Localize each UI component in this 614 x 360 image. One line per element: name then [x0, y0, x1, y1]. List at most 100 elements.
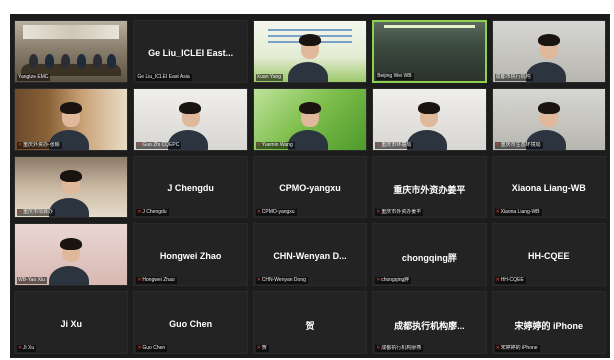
mic-muted-icon: ✕: [256, 209, 261, 216]
mic-muted-icon: ✕: [137, 209, 142, 216]
mic-muted-icon: ✕: [256, 344, 261, 351]
participant-tile[interactable]: Ge Liu_ICLEI East... Ge Liu_ICLEI East As…: [133, 20, 248, 83]
participant-name-label: ✕CPMO-yangxu: [255, 209, 297, 217]
participant-tile[interactable]: WB-Yao Xiu: [14, 223, 129, 287]
participant-label-text: 重庆市项目办: [23, 209, 54, 216]
participant-label-text: Guo Zhi CQEPC: [142, 141, 180, 148]
participant-label-text: 重庆市环境局: [381, 141, 412, 148]
participant-tile[interactable]: Hongwei Zhao ✕Hongwei Zhao: [133, 223, 248, 287]
participant-display-name: Ji Xu: [60, 318, 82, 329]
participant-tile[interactable]: ✕重庆市环境局: [372, 87, 487, 151]
participant-tile[interactable]: ✕Guo Zhi CQEPC: [133, 87, 248, 151]
participant-label-text: WB-Yao Xiu: [18, 277, 45, 284]
mic-muted-icon: ✕: [495, 277, 500, 284]
participant-label-text: 重庆市生态环境局: [500, 141, 541, 148]
participant-label-text: chongqing胖: [381, 277, 410, 284]
meeting-window: Yangtze EMC Ge Liu_ICLEI East... Ge Liu_IC…: [10, 14, 610, 358]
participant-name-label: ✕重庆市外资办姜平: [375, 209, 424, 217]
participant-name-label: Yangtze EMC: [17, 73, 51, 81]
participant-tile[interactable]: ✕重庆市项目办: [14, 155, 129, 219]
mic-muted-icon: ✕: [256, 141, 261, 148]
participant-display-name: HH-CQEE: [528, 251, 570, 262]
mic-muted-icon: ✕: [137, 141, 142, 148]
participant-display-name: 重庆市外资办姜平: [393, 185, 466, 196]
participant-tile[interactable]: Ji Xu ✕Ji Xu: [14, 291, 129, 354]
participant-label-text: Guo Chen: [142, 344, 166, 351]
participant-label-text: Hongwei Zhao: [142, 277, 175, 284]
participant-name-label: ✕重庆市环境局: [375, 141, 414, 149]
mic-muted-icon: ✕: [256, 277, 261, 284]
mic-muted-icon: ✕: [376, 141, 381, 148]
participant-name-label: ✕HH-CQEE: [494, 277, 526, 285]
mic-muted-icon: ✕: [376, 277, 381, 284]
participant-label-text: J Chengdu: [142, 209, 167, 216]
video-feed: [15, 21, 128, 82]
participant-tile[interactable]: ✕重庆市生态环境局: [491, 87, 606, 151]
participant-tile[interactable]: CPMO-yangxu ✕CPMO-yangxu: [252, 155, 368, 219]
participant-label-text: Yuemin Wang: [261, 141, 293, 148]
participant-name-label: ✕Guo Zhi CQEPC: [136, 141, 182, 149]
participant-display-name: Hongwei Zhao: [159, 251, 222, 262]
participant-tile[interactable]: 成都市执行机构: [491, 20, 606, 83]
participant-label-text: 成都执行机构廖燕: [381, 344, 422, 351]
participant-name-label: ✕Xiaona Liang-WB: [494, 209, 542, 217]
participant-tile[interactable]: chongqing胖 ✕chongqing胖: [372, 223, 487, 287]
participant-name-label: ✕成都执行机构廖燕: [375, 344, 424, 352]
participant-name-label: ✕宋婷婷的 iPhone: [494, 344, 540, 352]
mic-muted-icon: ✕: [18, 141, 23, 148]
participant-name-label: Ge Liu_ICLEI East Asia: [136, 73, 192, 81]
participant-name-label: ✕重庆外资办-张颖: [17, 141, 62, 149]
participant-label-text: Ji Xu: [23, 344, 35, 351]
participant-tile[interactable]: Xiaona Liang-WB ✕Xiaona Liang-WB: [491, 155, 606, 219]
participant-tile[interactable]: HH-CQEE ✕HH-CQEE: [491, 223, 606, 287]
participant-name-label: ✕贺: [255, 344, 269, 352]
participant-label-text: Yangtze EMC: [18, 73, 49, 80]
participant-name-label: ✕Ji Xu: [17, 344, 37, 352]
participant-label-text: CPMO-yangxu: [261, 209, 295, 216]
participant-display-name: CPMO-yangxu: [279, 183, 341, 194]
participant-name-label: ✕CHN-Wenyan Dong: [255, 277, 308, 285]
participant-tile[interactable]: 宋婷婷的 iPhone ✕宋婷婷的 iPhone: [491, 291, 606, 354]
mic-muted-icon: ✕: [495, 209, 500, 216]
participant-display-name: CHN-Wenyan D...: [273, 251, 347, 262]
participant-display-name: Xiaona Liang-WB: [511, 183, 586, 194]
participant-label-text: CHN-Wenyan Dong: [261, 277, 306, 284]
participant-tile[interactable]: Guo Chen ✕Guo Chen: [133, 291, 248, 354]
mic-muted-icon: ✕: [137, 344, 142, 351]
participant-name-label: Beijing Wei WB: [376, 72, 414, 80]
participant-tile[interactable]: ✕重庆外资办-张颖: [14, 87, 129, 151]
participant-label-text: Ge Liu_ICLEI East Asia: [137, 73, 190, 80]
participant-label-text: 宋婷婷的 iPhone: [500, 344, 538, 351]
mic-muted-icon: ✕: [376, 344, 381, 351]
participant-name-label: ✕重庆市生态环境局: [494, 141, 543, 149]
participant-name-label: ✕重庆市项目办: [17, 209, 56, 217]
participant-name-label: ✕J Chengdu: [136, 209, 169, 217]
participant-name-label: 成都市执行机构: [494, 73, 533, 81]
participant-label-text: Xiaona Liang-WB: [500, 209, 540, 216]
participant-tile[interactable]: CHN-Wenyan D... ✕CHN-Wenyan Dong: [252, 223, 368, 287]
participant-tile[interactable]: Yangtze EMC: [14, 20, 129, 83]
participant-tile[interactable]: Xuan Yang: [252, 20, 368, 83]
participant-tile[interactable]: 成都执行机构廖... ✕成都执行机构廖燕: [372, 291, 487, 354]
participant-display-name: Guo Chen: [169, 318, 213, 329]
participant-label-text: HH-CQEE: [500, 277, 524, 284]
mic-muted-icon: ✕: [495, 141, 500, 148]
participant-tile[interactable]: Beijing Wei WB: [372, 20, 487, 83]
participant-label-text: Xuan Yang: [256, 73, 282, 80]
participant-label-text: 贺: [261, 344, 267, 351]
participant-display-name: chongqing胖: [401, 253, 457, 264]
participant-tile[interactable]: ✕Yuemin Wang: [252, 87, 368, 151]
participant-name-label: ✕Hongwei Zhao: [136, 277, 177, 285]
mic-muted-icon: ✕: [376, 209, 381, 216]
participant-display-name: 成都执行机构廖...: [394, 320, 465, 331]
participant-name-label: WB-Yao Xiu: [17, 277, 47, 285]
participant-tile[interactable]: 贺 ✕贺: [252, 291, 368, 354]
mic-muted-icon: ✕: [18, 209, 23, 216]
participant-display-name: J Chengdu: [167, 183, 214, 194]
participant-label-text: 重庆外资办-张颖: [23, 141, 60, 148]
participant-label-text: 重庆市外资办姜平: [381, 209, 422, 216]
participant-tile[interactable]: J Chengdu ✕J Chengdu: [133, 155, 248, 219]
mic-muted-icon: ✕: [495, 344, 500, 351]
participant-label-text: Beijing Wei WB: [377, 72, 412, 79]
participant-tile[interactable]: 重庆市外资办姜平 ✕重庆市外资办姜平: [372, 155, 487, 219]
